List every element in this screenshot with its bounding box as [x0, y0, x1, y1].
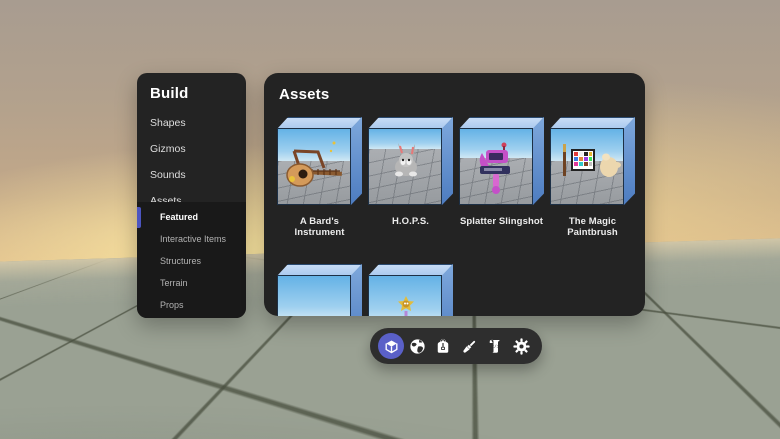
cube-icon	[383, 338, 400, 355]
slingshot-art	[460, 129, 533, 205]
asset-card-wand[interactable]	[368, 264, 453, 316]
asset-card-label: H.O.P.S.	[368, 216, 453, 227]
cube-front-face	[368, 128, 442, 205]
lute-thumbnail	[277, 117, 362, 205]
asset-card-grid: A Bard's Instrument	[277, 117, 637, 316]
sub-item-interactive-items[interactable]: Interactive Items	[137, 228, 246, 250]
nav-item-sounds[interactable]: Sounds	[137, 162, 246, 188]
cube-front-face	[368, 275, 442, 316]
slingshot-thumbnail	[459, 117, 544, 205]
sub-item-featured[interactable]: Featured	[137, 206, 246, 228]
cube-side-face	[350, 117, 362, 205]
selected-indicator	[137, 207, 141, 228]
code-scroll-icon: </>	[486, 337, 504, 355]
cube-front-face	[459, 128, 533, 205]
asset-card-label: Splatter Slingshot	[459, 216, 544, 227]
cube-side-face	[532, 117, 544, 205]
paint-tool-button[interactable]	[456, 333, 482, 359]
asset-card-label: The Magic Paintbrush	[550, 216, 635, 238]
asset-card-magic-paintbrush[interactable]: The Magic Paintbrush	[550, 117, 635, 238]
assets-panel: Assets	[264, 73, 645, 316]
build-panel-title: Build	[137, 73, 246, 110]
main-toolbar: </>	[370, 328, 542, 364]
build-panel: Build Shapes Gizmos Sounds Assets Featur…	[137, 73, 246, 318]
sub-item-featured-label: Featured	[160, 212, 198, 222]
circuits-tool-button[interactable]: </>	[482, 333, 508, 359]
paintbrush-art	[551, 129, 624, 205]
worlds-tool-button[interactable]	[404, 333, 430, 359]
cube-front-face	[550, 128, 624, 205]
assets-submenu: Featured Interactive Items Structures Te…	[137, 202, 246, 318]
svg-text:</>: </>	[492, 345, 500, 350]
sub-item-structures[interactable]: Structures	[137, 250, 246, 272]
asset-card-blaster[interactable]	[277, 264, 362, 316]
settings-tool-button[interactable]	[508, 333, 534, 359]
nav-item-shapes[interactable]: Shapes	[137, 110, 246, 136]
paintbrush-thumbnail	[550, 117, 635, 205]
bunny-art	[369, 129, 442, 205]
wand-art	[369, 276, 442, 316]
cube-side-face	[623, 117, 635, 205]
asset-card-hops[interactable]: H.O.P.S.	[368, 117, 453, 238]
blaster-art	[278, 276, 351, 316]
sub-item-terrain[interactable]: Terrain	[137, 272, 246, 294]
blaster-thumbnail	[277, 264, 362, 316]
sub-item-props[interactable]: Props	[137, 294, 246, 316]
paintbrush-icon	[460, 337, 479, 356]
lute-art	[278, 129, 351, 205]
cube-side-face	[441, 117, 453, 205]
backpack-icon	[434, 337, 452, 355]
bunny-thumbnail	[368, 117, 453, 205]
assets-panel-title: Assets	[264, 73, 645, 103]
gear-icon	[512, 337, 531, 356]
cube-front-face	[277, 275, 351, 316]
cube-front-face	[277, 128, 351, 205]
vr-build-scene: Build Shapes Gizmos Sounds Assets Featur…	[0, 0, 780, 439]
build-tool-button[interactable]	[378, 333, 404, 359]
nav-item-gizmos[interactable]: Gizmos	[137, 136, 246, 162]
wand-thumbnail	[368, 264, 453, 316]
asset-card-bards-instrument[interactable]: A Bard's Instrument	[277, 117, 362, 238]
asset-card-label: A Bard's Instrument	[277, 216, 362, 238]
backpack-tool-button[interactable]	[430, 333, 456, 359]
asset-card-splatter-slingshot[interactable]: Splatter Slingshot	[459, 117, 544, 238]
globe-icon	[408, 337, 427, 356]
